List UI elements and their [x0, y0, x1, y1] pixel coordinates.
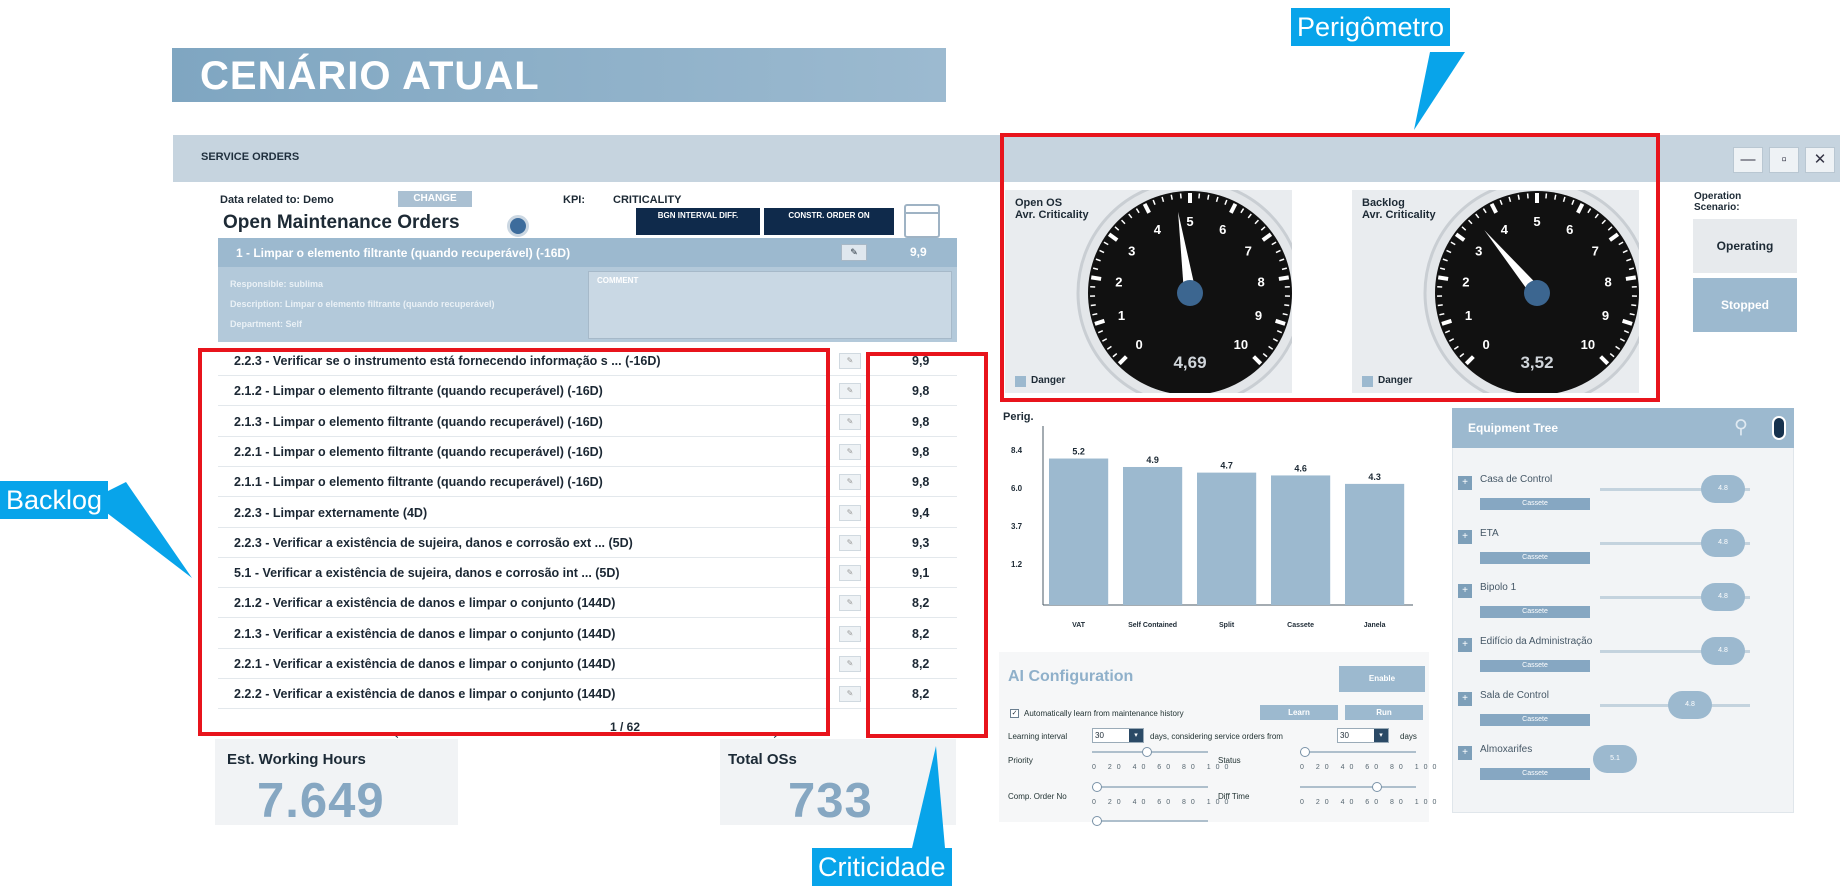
perigometro-pointer	[1414, 52, 1465, 130]
callout-pointers	[90, 52, 1465, 848]
perigometro-callout: Perigômetro	[1291, 8, 1451, 46]
criticidade-pointer	[912, 746, 945, 848]
criticidade-callout: Criticidade	[812, 848, 952, 886]
backlog-callout: Backlog	[0, 481, 109, 519]
